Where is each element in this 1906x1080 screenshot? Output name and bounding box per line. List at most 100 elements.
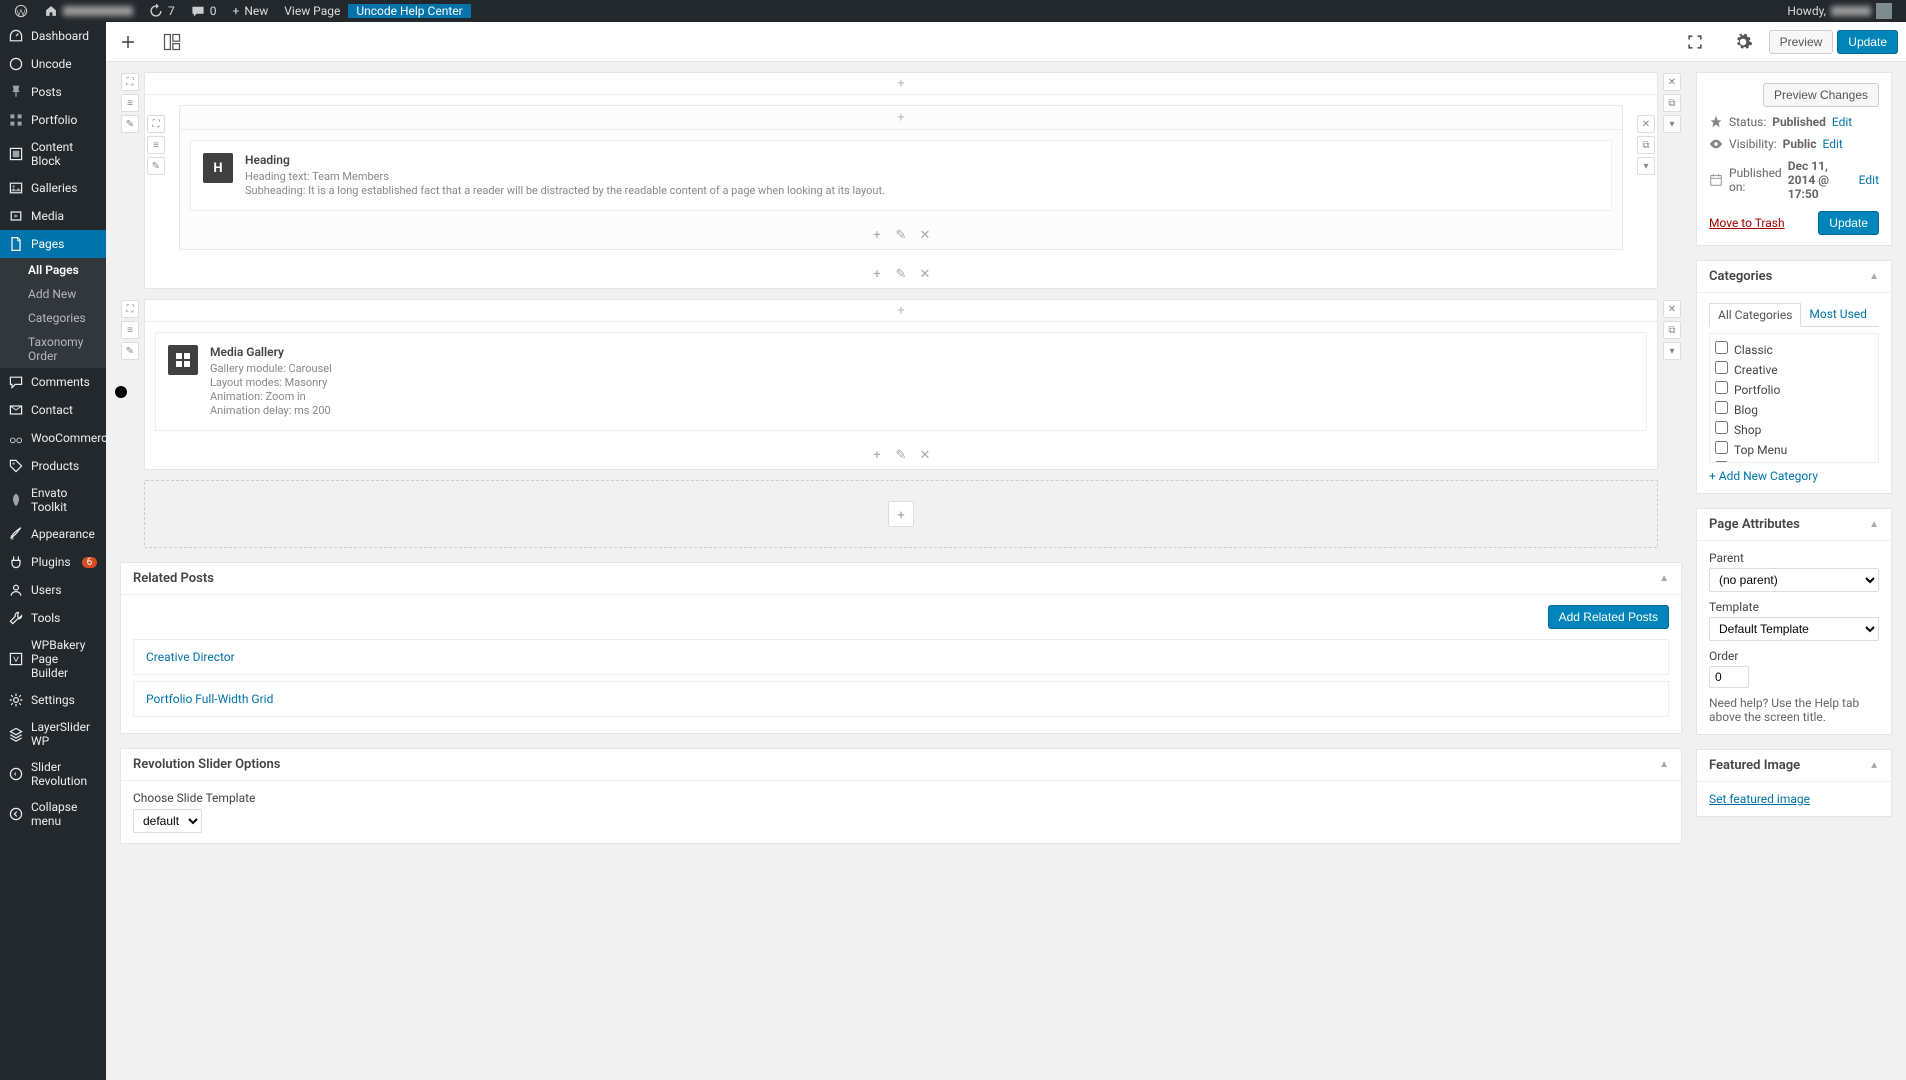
view-page[interactable]: View Page [276,4,348,18]
preview-button[interactable]: Preview [1769,30,1834,54]
edit-visibility-link[interactable]: Edit [1822,137,1842,151]
edit-icon[interactable]: ✎ [893,447,909,463]
update-publish-button[interactable]: Update [1818,211,1879,235]
related-post-item[interactable]: Portfolio Full-Width Grid [133,681,1669,717]
category-item[interactable]: Classic [1715,339,1873,359]
sidebar-item-users[interactable]: Users [0,576,106,604]
toggle-icon[interactable]: ▲ [1869,519,1879,530]
add-icon[interactable]: + [897,76,904,91]
edit-status-link[interactable]: Edit [1832,115,1852,129]
edit-date-link[interactable]: Edit [1859,173,1879,187]
sidebar-item-pages[interactable]: Pages [0,230,106,258]
sidebar-item-products[interactable]: Products [0,452,106,480]
edit-icon[interactable]: ✎ [121,115,139,133]
expand-icon[interactable]: ⛶ [147,115,165,133]
add-icon[interactable]: + [869,227,885,243]
close-icon[interactable]: ✕ [917,447,933,463]
settings-icon[interactable] [1721,22,1765,62]
add-row-button[interactable]: + [888,501,914,527]
add-category-link[interactable]: + Add New Category [1709,469,1818,483]
submenu-item[interactable]: Add New [0,282,106,306]
category-item[interactable]: Top Menu [1715,439,1873,459]
vc-row[interactable]: ⛶ ≡ ✎ ✕ ⧉ ▾ + Media Gallery Gallery modu… [144,299,1658,470]
chevron-down-icon[interactable]: ▾ [1637,157,1655,175]
edit-icon[interactable]: ✎ [147,157,165,175]
add-icon[interactable]: + [869,266,885,282]
sidebar-item-woocommerce[interactable]: WooCommerce [0,424,106,452]
expand-icon[interactable]: ⛶ [121,73,139,91]
sidebar-item-uncode[interactable]: Uncode [0,50,106,78]
help-center[interactable]: Uncode Help Center [348,4,470,18]
expand-icon[interactable]: ⛶ [121,300,139,318]
close-icon[interactable]: ✕ [1663,73,1681,91]
order-input[interactable] [1709,666,1749,688]
edit-icon[interactable]: ✎ [893,227,909,243]
category-item[interactable]: Shop [1715,419,1873,439]
preview-changes-button[interactable]: Preview Changes [1763,83,1879,107]
update-button[interactable]: Update [1837,30,1898,54]
vc-add-row[interactable]: + [144,480,1658,548]
toggle-icon[interactable]: ▲ [1869,271,1879,282]
sidebar-item-wpbakery-page-builder[interactable]: WPBakery Page Builder [0,632,106,686]
close-icon[interactable]: ✕ [1637,115,1655,133]
add-element-button[interactable] [106,22,150,62]
slide-template-select[interactable]: default [133,809,202,833]
fullscreen-button[interactable] [1673,22,1717,62]
close-icon[interactable]: ✕ [917,227,933,243]
template-select[interactable]: Default Template [1709,617,1879,641]
sidebar-item-layerslider-wp[interactable]: LayerSlider WP [0,714,106,754]
toggle-icon[interactable]: ▲ [1659,759,1669,770]
sidebar-item-plugins[interactable]: Plugins6 [0,548,106,576]
wp-logo[interactable] [6,4,36,18]
chevron-down-icon[interactable]: ▾ [1663,342,1681,360]
sidebar-item-appearance[interactable]: Appearance [0,520,106,548]
revisions[interactable]: 7 [141,4,183,18]
category-list[interactable]: ClassicCreativePortfolioBlogShopTop Menu… [1709,333,1879,463]
drag-icon[interactable]: ≡ [121,94,139,112]
sidebar-item-media[interactable]: Media [0,202,106,230]
submenu-item[interactable]: Taxonomy Order [0,330,106,368]
sidebar-item-comments[interactable]: Comments [0,368,106,396]
sidebar-item-contact[interactable]: Contact [0,396,106,424]
user-menu[interactable]: Howdy, [1779,3,1900,19]
sidebar-item-tools[interactable]: Tools [0,604,106,632]
sidebar-item-dashboard[interactable]: Dashboard [0,22,106,50]
tab-most-used[interactable]: Most Used [1801,303,1875,326]
toggle-icon[interactable]: ▲ [1659,573,1669,584]
vc-row[interactable]: ⛶ ≡ ✎ ✕ ⧉ ▾ + ⛶ ≡ ✎ ✕ [144,72,1658,289]
sidebar-item-envato-toolkit[interactable]: Envato Toolkit [0,480,106,520]
category-item[interactable]: Creative [1715,359,1873,379]
tab-all-categories[interactable]: All Categories [1709,303,1801,327]
related-post-item[interactable]: Creative Director [133,639,1669,675]
add-related-button[interactable]: Add Related Posts [1548,605,1669,629]
sidebar-item-galleries[interactable]: Galleries [0,174,106,202]
clone-icon[interactable]: ⧉ [1663,321,1681,339]
templates-button[interactable] [150,22,194,62]
category-item[interactable]: Blog [1715,399,1873,419]
sidebar-item-posts[interactable]: Posts [0,78,106,106]
new-content[interactable]: +New [225,4,277,18]
site-home[interactable] [36,4,141,18]
vc-element-heading[interactable]: H Heading Heading text: Team Members Sub… [190,140,1612,211]
add-icon[interactable]: + [869,447,885,463]
chevron-down-icon[interactable]: ▾ [1663,115,1681,133]
close-icon[interactable]: ✕ [1663,300,1681,318]
move-to-trash-link[interactable]: Move to Trash [1709,216,1785,230]
drag-icon[interactable]: ≡ [121,321,139,339]
edit-icon[interactable]: ✎ [121,342,139,360]
vc-element-gallery[interactable]: Media Gallery Gallery module: Carousel L… [155,332,1647,431]
submenu-item[interactable]: All Pages [0,258,106,282]
category-item[interactable]: Overlay [1715,459,1873,463]
drag-icon[interactable]: ≡ [147,136,165,154]
sidebar-item-settings[interactable]: Settings [0,686,106,714]
sidebar-item-slider-revolution[interactable]: Slider Revolution [0,754,106,794]
clone-icon[interactable]: ⧉ [1663,94,1681,112]
close-icon[interactable]: ✕ [917,266,933,282]
toggle-icon[interactable]: ▲ [1869,760,1879,771]
category-item[interactable]: Portfolio [1715,379,1873,399]
set-featured-link[interactable]: Set featured image [1709,792,1810,806]
edit-icon[interactable]: ✎ [893,266,909,282]
clone-icon[interactable]: ⧉ [1637,136,1655,154]
submenu-item[interactable]: Categories [0,306,106,330]
sidebar-item-portfolio[interactable]: Portfolio [0,106,106,134]
